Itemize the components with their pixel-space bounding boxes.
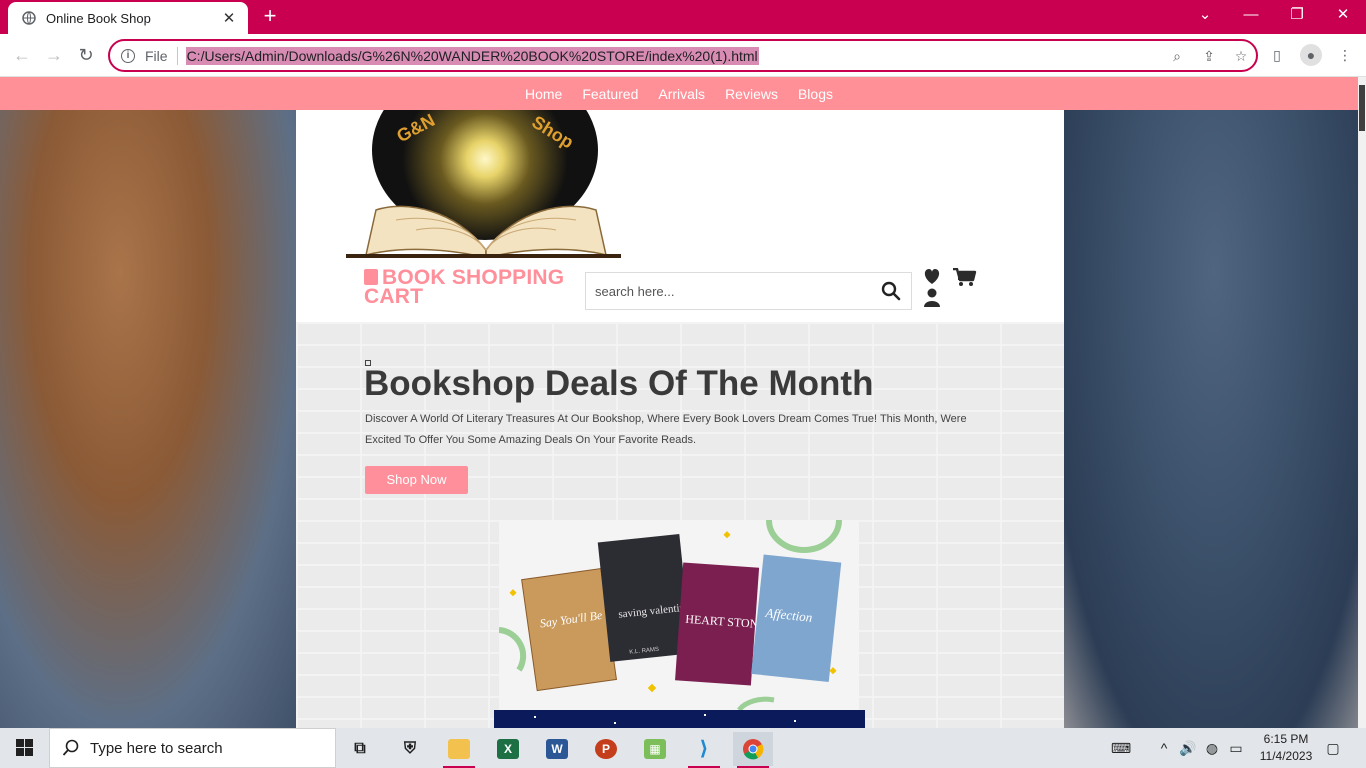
- background-image-right: [1064, 77, 1358, 728]
- open-book-icon: [346, 205, 621, 259]
- close-window-button[interactable]: ✕: [1320, 0, 1366, 30]
- browser-toolbar: ← → ↻ i File C:/Users/Admin/Downloads/G%…: [0, 34, 1366, 77]
- minimize-button[interactable]: —: [1228, 0, 1274, 30]
- forward-arrow-icon[interactable]: →: [42, 43, 66, 67]
- search-icon: [62, 739, 79, 756]
- vscode-icon[interactable]: ⟩: [684, 732, 724, 768]
- excel-icon[interactable]: X: [488, 732, 528, 766]
- kebab-menu-icon[interactable]: ⋮: [1334, 44, 1356, 66]
- star-icon[interactable]: ☆: [1232, 47, 1250, 65]
- volume-icon[interactable]: 🔊: [1178, 728, 1198, 768]
- security-icon[interactable]: ⛨: [390, 732, 430, 766]
- search-input[interactable]: [586, 273, 871, 309]
- header-icons: [924, 268, 977, 308]
- file-label: File: [145, 46, 178, 65]
- nav-home[interactable]: Home: [525, 86, 562, 102]
- clock-date: 11/4/2023: [1259, 749, 1313, 763]
- shop-now-button[interactable]: Shop Now: [365, 466, 468, 494]
- site-navbar: Home Featured Arrivals Reviews Blogs: [0, 77, 1358, 110]
- share-icon[interactable]: ⇪: [1200, 47, 1218, 65]
- windows-start-icon[interactable]: [8, 736, 40, 760]
- page-viewport: Home Featured Arrivals Reviews Blogs G&N…: [0, 77, 1358, 728]
- globe-icon: [22, 11, 36, 25]
- nav-reviews[interactable]: Reviews: [725, 86, 778, 102]
- profile-icon[interactable]: ●: [1300, 44, 1322, 66]
- scrollbar-thumb[interactable]: [1359, 85, 1365, 131]
- keyboard-icon[interactable]: ⌨: [1106, 728, 1136, 768]
- search-icon[interactable]: [881, 281, 901, 301]
- network-icon[interactable]: ◍: [1202, 728, 1222, 768]
- heart-icon[interactable]: [924, 269, 940, 284]
- site-logo[interactable]: G&N Shop: [346, 110, 626, 259]
- brand-logo[interactable]: BOOK SHOPPING CART: [364, 266, 574, 308]
- book-icon: [364, 269, 378, 285]
- page-scrollbar[interactable]: [1358, 77, 1366, 728]
- header-row: BOOK SHOPPING CART: [296, 258, 1064, 322]
- taskbar-search-text: Type here to search: [90, 739, 223, 757]
- word-icon[interactable]: W: [537, 732, 577, 766]
- file-explorer-icon[interactable]: [439, 732, 479, 768]
- browser-tab[interactable]: Online Book Shop ✕: [8, 2, 248, 34]
- hero-description: Discover A World Of Literary Treasures A…: [365, 413, 967, 446]
- browser-titlebar: Online Book Shop ✕ + ⌄ — ❐ ✕: [0, 0, 1366, 34]
- promo-banner-next: [494, 710, 865, 728]
- zoom-icon[interactable]: ⌕: [1168, 47, 1186, 65]
- chrome-icon[interactable]: [733, 732, 773, 768]
- taskbar-clock[interactable]: 6:15 PM 11/4/2023: [1250, 731, 1322, 765]
- background-image-left: [0, 77, 300, 728]
- sidebar-icon[interactable]: ▯: [1266, 44, 1288, 66]
- cart-icon[interactable]: [953, 268, 977, 286]
- clock-time: 6:15 PM: [1263, 732, 1309, 746]
- back-arrow-icon[interactable]: ←: [10, 43, 34, 67]
- brand-text: BOOK SHOPPING CART: [364, 266, 565, 308]
- hero-title: Bookshop Deals Of The Month: [364, 364, 874, 403]
- nav-blogs[interactable]: Blogs: [798, 86, 833, 102]
- user-icon[interactable]: [924, 288, 940, 308]
- tab-search-icon[interactable]: ⌄: [1182, 0, 1228, 30]
- notification-icon[interactable]: ▢: [1322, 728, 1344, 768]
- promo-books-image[interactable]: Say You'll Be Mine saving valentine K.L.…: [499, 520, 859, 710]
- task-view-icon[interactable]: ⧉: [340, 732, 380, 766]
- info-icon[interactable]: i: [121, 48, 135, 63]
- battery-icon[interactable]: ▭: [1226, 728, 1246, 768]
- calculator-icon[interactable]: ▦: [635, 732, 675, 766]
- page-container: G&N Shop BOOK SHOPPING CART search here.…: [296, 110, 1064, 728]
- new-tab-button[interactable]: +: [258, 4, 282, 28]
- windows-taskbar: Type here to search ⧉ ⛨ X W P ▦ ⟩ ⌨ ^ 🔊 …: [0, 728, 1366, 768]
- url-text[interactable]: C:/Users/Admin/Downloads/G%26N%20WANDER%…: [185, 46, 759, 65]
- taskbar-search[interactable]: Type here to search: [49, 728, 336, 768]
- reload-icon[interactable]: ↻: [74, 43, 98, 67]
- search-box: [585, 272, 912, 310]
- close-tab-icon[interactable]: ✕: [220, 9, 238, 27]
- hero-section: Bookshop Deals Of The Month Discover A W…: [296, 322, 1064, 728]
- restore-button[interactable]: ❐: [1274, 0, 1320, 30]
- nav-arrivals[interactable]: Arrivals: [658, 86, 705, 102]
- chrome-logo: [743, 739, 764, 760]
- powerpoint-icon[interactable]: P: [586, 732, 626, 766]
- chevron-up-icon[interactable]: ^: [1154, 728, 1174, 768]
- nav-featured[interactable]: Featured: [582, 86, 638, 102]
- address-bar[interactable]: i File C:/Users/Admin/Downloads/G%26N%20…: [108, 39, 1258, 72]
- tab-title: Online Book Shop: [46, 10, 151, 26]
